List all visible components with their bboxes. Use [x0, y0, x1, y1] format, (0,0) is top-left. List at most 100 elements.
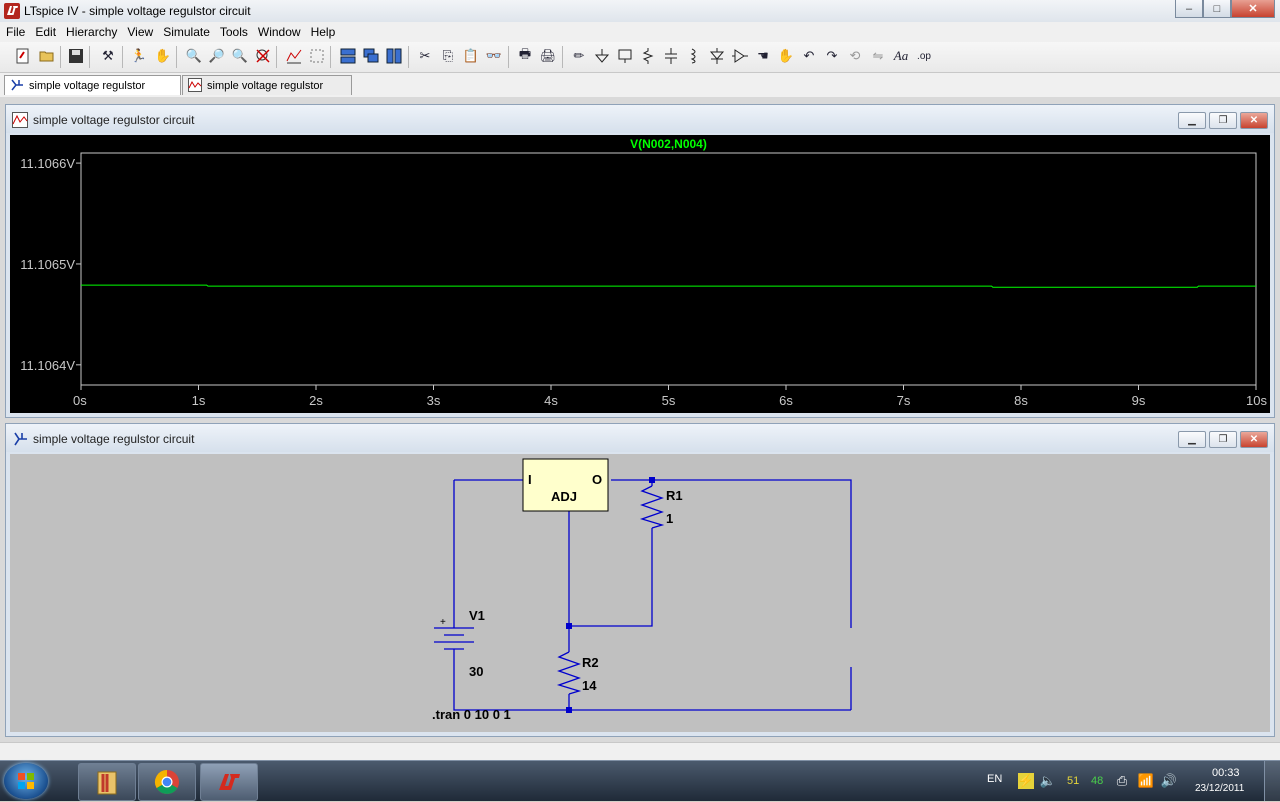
- tile-vertical-icon[interactable]: [385, 47, 403, 65]
- label-net-icon[interactable]: [616, 47, 634, 65]
- zoom-cancel-icon[interactable]: [254, 47, 272, 65]
- r2-value-label[interactable]: 14: [582, 678, 597, 693]
- save-icon[interactable]: [67, 47, 85, 65]
- print-setup-icon[interactable]: 🖶: [516, 46, 534, 65]
- component-icon[interactable]: [731, 47, 749, 65]
- waveform-minimize-button[interactable]: ▁: [1178, 112, 1206, 129]
- schematic-close-button[interactable]: ✕: [1240, 431, 1268, 448]
- schematic-canvas[interactable]: I O ADJ R1 1 R2 14 V1 30 + .tran 0 10 0 …: [10, 454, 1270, 732]
- waveform-chart: V(N002,N004) 0s 1s 2s 3s 4s 5s 6s 7s 8s 9s 10s 11.10…: [20, 137, 1267, 408]
- pan-icon[interactable]: 🔎: [208, 47, 226, 65]
- halt-hand-icon[interactable]: ✋: [154, 47, 172, 65]
- r1-name-label[interactable]: R1: [666, 488, 683, 503]
- copy-icon[interactable]: ⎘: [439, 47, 457, 65]
- wire-ground-return[interactable]: [453, 657, 851, 711]
- clock-time[interactable]: 00:33: [1212, 767, 1240, 779]
- waveform-window-title-bar[interactable]: simple voltage regulstor circuit ▁ ❐ ✕: [6, 105, 1274, 133]
- menu-window[interactable]: Window: [253, 22, 306, 42]
- menu-tools[interactable]: Tools: [215, 22, 253, 42]
- resistor-r1-symbol[interactable]: [639, 485, 665, 529]
- resistor-icon[interactable]: [639, 47, 657, 65]
- zoom-out-icon[interactable]: 🔍: [231, 47, 249, 65]
- tile-horizontal-icon[interactable]: [339, 47, 357, 65]
- move-hand-icon[interactable]: ☚: [754, 47, 772, 65]
- spice-directive-text[interactable]: .tran 0 10 0 1: [432, 707, 511, 722]
- waveform-window-title: simple voltage regulstor circuit: [33, 113, 195, 127]
- window-title-bar[interactable]: LTspice IV - simple voltage regulstor ci…: [0, 0, 1280, 23]
- cascade-icon[interactable]: [362, 47, 380, 65]
- run-icon[interactable]: 🏃: [130, 47, 148, 65]
- tab-schematic[interactable]: simple voltage regulstor circuit: [4, 75, 181, 112]
- r2-name-label[interactable]: R2: [582, 655, 599, 670]
- clock-date[interactable]: 23/12/2011: [1195, 783, 1244, 794]
- r1-value-label[interactable]: 1: [666, 511, 673, 526]
- waveform-plot-area[interactable]: V(N002,N004) 0s 1s 2s 3s 4s 5s 6s 7s 8s 9s 10s 11.10…: [10, 135, 1270, 413]
- cut-icon[interactable]: ✂: [416, 47, 434, 65]
- autorange-icon[interactable]: [285, 47, 303, 65]
- resistor-r2-symbol[interactable]: [556, 651, 582, 695]
- redo-icon[interactable]: ↷: [823, 47, 841, 65]
- wire-pencil-icon[interactable]: ✏: [570, 47, 588, 65]
- show-desktop-button[interactable]: [1264, 761, 1280, 801]
- paste-icon[interactable]: 📋: [462, 47, 480, 65]
- status-bar: [0, 742, 1280, 761]
- tab-waveform[interactable]: simple voltage regulstor circuit: [182, 75, 352, 112]
- autorange-y-icon[interactable]: [308, 47, 326, 65]
- control-panel-icon[interactable]: ⚒: [99, 47, 117, 65]
- open-folder-icon[interactable]: [38, 47, 56, 65]
- taskbar-chrome-button[interactable]: [138, 763, 196, 801]
- waveform-window[interactable]: simple voltage regulstor circuit ▁ ❐ ✕ V…: [5, 104, 1275, 418]
- rotate-icon[interactable]: ⟲: [846, 47, 864, 65]
- taskbar-explorer-button[interactable]: [78, 763, 136, 801]
- v1-value-label[interactable]: 30: [469, 664, 483, 679]
- network-tray-icon[interactable]: 📶: [1138, 773, 1154, 789]
- schematic-restore-button[interactable]: ❐: [1209, 431, 1237, 448]
- print-icon[interactable]: 🖨: [539, 47, 557, 65]
- find-icon[interactable]: 👓: [485, 47, 503, 65]
- voltage-source-v1-symbol[interactable]: [434, 626, 474, 657]
- usb-tray-icon[interactable]: ⎙: [1114, 773, 1130, 789]
- x-tick-label: 7s: [897, 393, 911, 408]
- google-chrome-icon: [154, 770, 179, 795]
- start-button[interactable]: [4, 763, 48, 799]
- wire-output[interactable]: [611, 479, 852, 628]
- schematic-window-title-bar[interactable]: simple voltage regulstor circuit ▁ ❐ ✕: [6, 424, 1274, 452]
- mdi-workspace: simple voltage regulstor circuit ▁ ❐ ✕ V…: [0, 97, 1280, 742]
- speaker-tray-icon[interactable]: 🔈: [1040, 773, 1056, 789]
- volume-tray-icon[interactable]: 🔊: [1161, 773, 1177, 789]
- drag-hand-icon[interactable]: ✋: [777, 47, 795, 65]
- menu-simulate[interactable]: Simulate: [158, 22, 215, 42]
- x-tick-label: 1s: [192, 393, 206, 408]
- menu-edit[interactable]: Edit: [30, 22, 61, 42]
- v1-name-label[interactable]: V1: [469, 608, 485, 623]
- text-icon[interactable]: Aa: [892, 47, 910, 65]
- ground-icon[interactable]: [593, 47, 611, 65]
- undo-icon[interactable]: ↶: [800, 47, 818, 65]
- maximize-button[interactable]: □: [1203, 0, 1231, 18]
- menu-file[interactable]: File: [0, 22, 30, 42]
- inductor-icon[interactable]: [685, 47, 703, 65]
- schematic-window[interactable]: simple voltage regulstor circuit ▁ ❐ ✕ I…: [5, 423, 1275, 737]
- power-tray-icon[interactable]: ⚡: [1018, 773, 1034, 789]
- menu-view[interactable]: View: [122, 22, 158, 42]
- language-indicator[interactable]: EN: [987, 773, 1002, 785]
- spice-directive-icon[interactable]: .op: [915, 47, 933, 65]
- schematic-icon: [11, 79, 23, 91]
- menu-hierarchy[interactable]: Hierarchy: [61, 22, 122, 42]
- schematic-minimize-button[interactable]: ▁: [1178, 431, 1206, 448]
- zoom-in-icon[interactable]: 🔍: [185, 47, 203, 65]
- capacitor-icon[interactable]: [662, 47, 680, 65]
- close-button[interactable]: ✕: [1231, 0, 1275, 18]
- minimize-button[interactable]: –: [1175, 0, 1203, 18]
- toolbar: ⚒ 🏃 ✋ 🔍 🔎 🔍 ✂ ⎘ 📋 👓 🖶 🖨 ✏ ☚ ✋ ↶ ↷ ⟲ ⇋ Aa…: [0, 42, 1280, 73]
- diode-icon[interactable]: [708, 47, 726, 65]
- taskbar-ltspice-button[interactable]: [200, 763, 258, 801]
- trace-title: V(N002,N004): [630, 137, 707, 151]
- waveform-close-button[interactable]: ✕: [1240, 112, 1268, 129]
- mirror-icon[interactable]: ⇋: [869, 47, 887, 65]
- menu-help[interactable]: Help: [306, 22, 341, 42]
- new-schematic-icon[interactable]: [14, 47, 32, 65]
- waveform-restore-button[interactable]: ❐: [1209, 112, 1237, 129]
- y-tick-label: 11.1066V: [20, 156, 75, 171]
- x-tick-label: 6s: [779, 393, 793, 408]
